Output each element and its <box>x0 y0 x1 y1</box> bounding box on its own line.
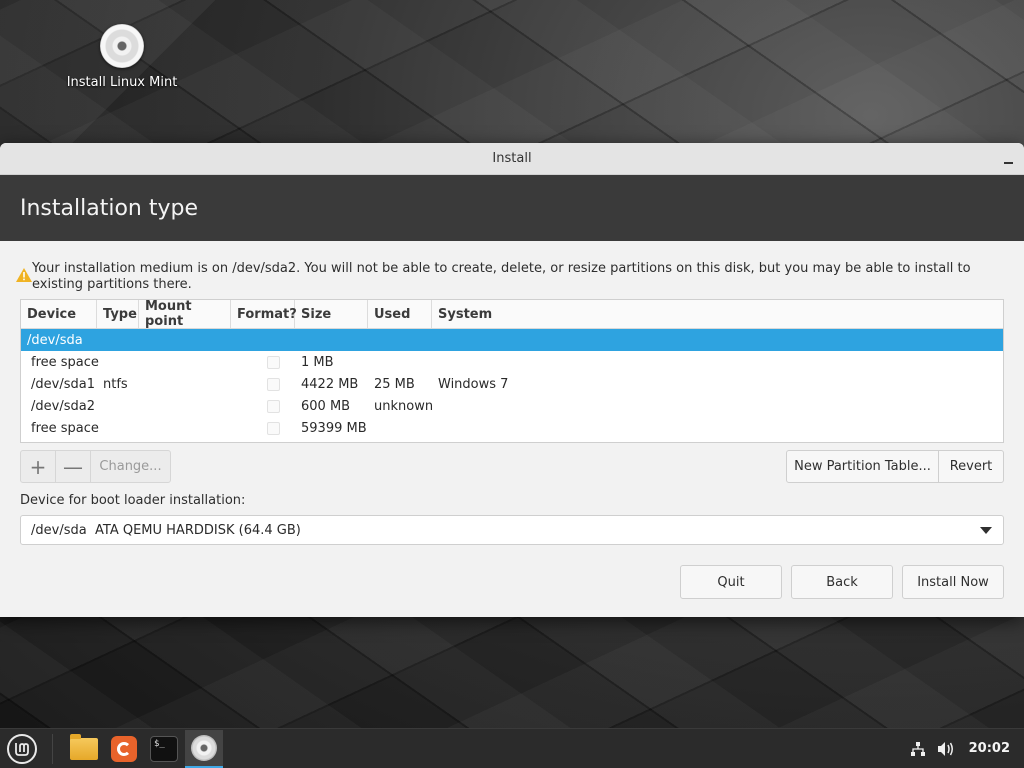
partition-table-body: /dev/sda free space 1 MB/dev/sda1 ntfs 4422 … <box>21 329 1003 439</box>
cell-type: ntfs <box>103 376 128 392</box>
column-header-type[interactable]: Type <box>97 300 139 328</box>
change-partition-button[interactable]: Change... <box>91 451 170 482</box>
taskbar: $_ 20:02 <box>0 728 1024 768</box>
bootloader-description: ATA QEMU HARDDISK (64.4 GB) <box>95 522 301 538</box>
warning-message: Your installation medium is on /dev/sda2… <box>16 261 1004 293</box>
cell-format <box>231 377 295 391</box>
cell-format <box>231 355 295 369</box>
install-now-button[interactable]: Install Now <box>902 565 1004 599</box>
cell-device: /dev/sda1 <box>31 376 95 392</box>
cell-used: unknown <box>374 398 434 414</box>
taskbar-files[interactable] <box>65 730 103 768</box>
warning-text: Your installation medium is on /dev/sda2… <box>32 261 971 292</box>
taskbar-terminal[interactable]: $_ <box>145 730 183 768</box>
cell-size: 4422 MB <box>301 376 359 392</box>
warning-icon <box>16 268 32 287</box>
chevron-down-icon <box>980 527 992 534</box>
cell-device: /dev/sda <box>27 332 83 348</box>
table-row[interactable]: /dev/sda2 600 MB unknown <box>21 395 1003 417</box>
disc-icon <box>191 734 217 761</box>
bootloader-device: /dev/sda <box>31 522 87 538</box>
page-header: Installation type <box>0 175 1024 241</box>
minimize-button[interactable] <box>998 149 1018 169</box>
cell-format <box>231 399 295 413</box>
terminal-icon: $_ <box>150 735 178 762</box>
column-header-mount-point[interactable]: Mount point <box>139 299 231 329</box>
desktop-icon-label: Install Linux Mint <box>66 75 178 90</box>
main-content: Your installation medium is on /dev/sda2… <box>0 241 1024 599</box>
taskbar-installer[interactable] <box>185 729 223 768</box>
partition-toolbar: + — Change... New Partition Table... Rev… <box>20 450 1004 483</box>
volume-icon[interactable] <box>937 740 955 758</box>
revert-button[interactable]: Revert <box>939 450 1004 483</box>
table-row[interactable]: /dev/sda1 ntfs 4422 MB 25 MB Windows 7 <box>21 373 1003 395</box>
taskbar-separator <box>52 733 53 764</box>
format-checkbox[interactable] <box>267 399 280 413</box>
cell-device: free space <box>31 354 99 370</box>
desktop-icon-install[interactable]: Install Linux Mint <box>62 24 182 90</box>
dialog-actions: Quit Back Install Now <box>20 565 1004 599</box>
cell-system: Windows 7 <box>438 376 509 392</box>
partition-edit-group: + — Change... <box>20 450 171 483</box>
column-header-device[interactable]: Device <box>21 300 97 328</box>
system-tray: 20:02 <box>909 740 1024 758</box>
new-partition-table-button[interactable]: New Partition Table... <box>786 450 939 483</box>
table-row[interactable]: free space 1 MB <box>21 351 1003 373</box>
column-header-system[interactable]: System <box>432 300 1003 328</box>
clock[interactable]: 20:02 <box>969 741 1010 756</box>
format-checkbox[interactable] <box>267 421 280 435</box>
column-header-format[interactable]: Format? <box>231 300 297 328</box>
bootloader-device-select[interactable]: /dev/sda ATA QEMU HARDDISK (64.4 GB) <box>20 515 1004 545</box>
table-row[interactable]: /dev/sda <box>21 329 1003 351</box>
installer-window: Install Installation type Your installat… <box>0 143 1024 617</box>
window-titlebar[interactable]: Install <box>0 143 1024 175</box>
cell-size: 59399 MB <box>301 420 367 436</box>
network-icon[interactable] <box>909 740 927 758</box>
cell-device: free space <box>31 420 99 436</box>
table-row[interactable]: free space 59399 MB <box>21 417 1003 439</box>
back-button[interactable]: Back <box>791 565 893 599</box>
folder-icon <box>70 733 98 760</box>
partition-table-actions: New Partition Table... Revert <box>786 450 1004 483</box>
format-checkbox[interactable] <box>267 377 280 391</box>
page-title: Installation type <box>20 195 198 221</box>
column-header-size[interactable]: Size <box>295 300 368 328</box>
taskbar-firefox[interactable] <box>105 730 143 768</box>
add-partition-button[interactable]: + <box>21 451 56 482</box>
bootloader-label: Device for boot loader installation: <box>20 493 246 508</box>
mint-menu-button[interactable] <box>7 733 37 764</box>
cell-format <box>231 421 295 435</box>
window-title: Install <box>492 151 532 166</box>
cell-size: 1 MB <box>301 354 334 370</box>
firefox-icon <box>111 735 137 762</box>
remove-partition-button[interactable]: — <box>56 451 91 482</box>
cell-device: /dev/sda2 <box>31 398 95 414</box>
partition-table: Device Type Mount point Format? Size Use… <box>20 299 1004 443</box>
quit-button[interactable]: Quit <box>680 565 782 599</box>
column-header-used[interactable]: Used <box>368 300 432 328</box>
cell-size: 600 MB <box>301 398 351 414</box>
partition-table-header: Device Type Mount point Format? Size Use… <box>21 299 1003 329</box>
format-checkbox[interactable] <box>267 355 280 369</box>
disc-icon <box>100 24 144 68</box>
cell-used: 25 MB <box>374 376 415 392</box>
mint-logo-icon <box>15 742 29 756</box>
